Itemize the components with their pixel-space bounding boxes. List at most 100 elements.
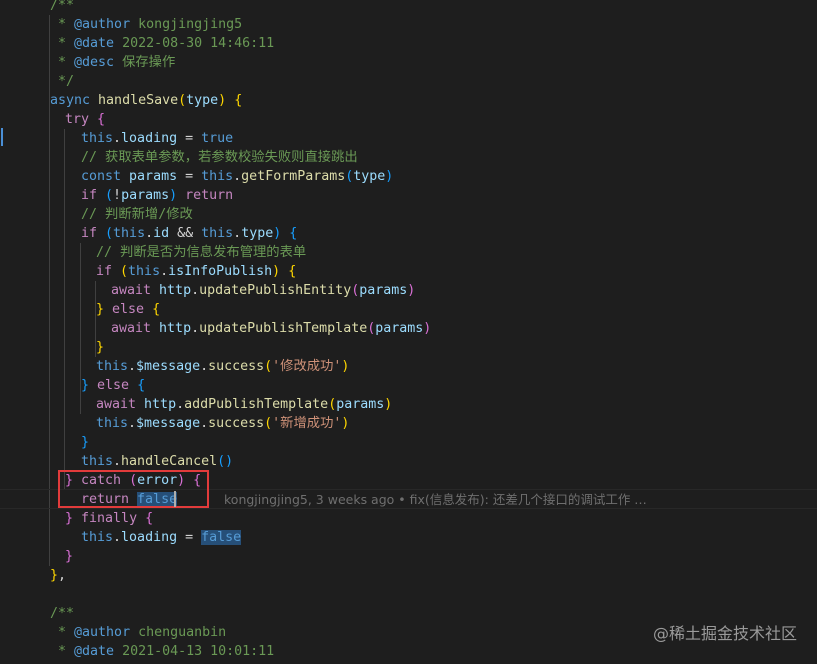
code-token: *	[50, 644, 75, 659]
code-token: .	[233, 226, 242, 241]
watermark: @稀土掘金技术社区	[652, 624, 797, 643]
code-token: (	[178, 93, 187, 108]
code-line[interactable]: /**	[50, 604, 74, 623]
code-token: // 判断新增/修改	[81, 207, 193, 222]
code-token: getFormParams	[241, 169, 346, 184]
code-token: .	[145, 226, 154, 241]
code-token: this	[96, 416, 129, 431]
code-line[interactable]: await http.updatePublishEntity(params)	[111, 281, 415, 300]
code-token: */	[50, 74, 75, 89]
code-line[interactable]: * @author kongjingjing5	[50, 15, 242, 34]
code-token: async	[50, 93, 99, 108]
code-token: this	[113, 226, 146, 241]
code-line[interactable]: if (!params) return	[81, 186, 233, 205]
code-token: else	[112, 302, 153, 317]
code-token: this	[201, 169, 234, 184]
code-token: http	[159, 283, 192, 298]
code-token: .	[113, 131, 122, 146]
code-token: *	[50, 17, 75, 32]
code-line[interactable]: // 判断是否为信息发布管理的表单	[96, 243, 306, 262]
code-token: {	[137, 378, 146, 393]
code-line[interactable]: this.$message.success('修改成功')	[96, 357, 349, 376]
code-line[interactable]: const params = this.getFormParams(type)	[81, 167, 393, 186]
code-token: =	[177, 530, 202, 545]
code-token: (	[120, 264, 129, 279]
code-token: {	[152, 302, 161, 317]
code-line[interactable]: */	[50, 72, 74, 91]
code-token: this	[81, 454, 114, 469]
code-line[interactable]: }	[65, 547, 73, 566]
code-token: &&	[169, 226, 202, 241]
code-token: .	[128, 359, 137, 374]
code-token: this	[201, 226, 234, 241]
code-line[interactable]: } else {	[81, 376, 145, 395]
code-line[interactable]: * @desc 保存操作	[50, 53, 175, 72]
code-token: id	[153, 226, 170, 241]
code-token: '新增成功'	[272, 416, 342, 431]
code-token: success	[208, 416, 265, 431]
code-token: {	[288, 264, 297, 279]
code-token: }	[65, 511, 74, 526]
code-token: params	[129, 169, 178, 184]
code-token: await	[111, 321, 160, 336]
code-token: params	[375, 321, 424, 336]
code-token: success	[208, 359, 265, 374]
code-token: )	[407, 283, 416, 298]
code-line[interactable]: await http.addPublishTemplate(params)	[96, 395, 392, 414]
code-token: this	[128, 264, 161, 279]
code-token: {	[289, 226, 298, 241]
code-token: )	[384, 397, 393, 412]
code-token: if	[96, 264, 121, 279]
code-line[interactable]: * @date 2021-04-13 10:01:11	[50, 642, 274, 661]
code-line[interactable]: this.loading = false	[81, 528, 242, 547]
code-line[interactable]: try {	[65, 110, 105, 129]
code-token: .	[200, 359, 209, 374]
code-token: )	[218, 93, 227, 108]
code-line[interactable]: }	[81, 433, 89, 452]
code-line[interactable]: } else {	[96, 300, 160, 319]
text-cursor	[174, 491, 176, 507]
code-line[interactable]: if (this.id && this.type) {	[81, 224, 297, 243]
code-token: 保存操作	[114, 55, 176, 70]
code-token: @desc	[74, 55, 115, 70]
code-token: =	[177, 169, 202, 184]
code-line[interactable]: * @date 2022-08-30 14:46:11	[50, 34, 274, 53]
code-token: {	[97, 112, 106, 127]
code-token: finally	[81, 511, 146, 526]
code-token: )	[169, 188, 186, 203]
code-line[interactable]: } finally {	[65, 509, 153, 528]
code-token: .	[191, 321, 200, 336]
code-token: .	[233, 169, 242, 184]
code-token: }	[96, 340, 105, 355]
code-line[interactable]: },	[50, 566, 66, 585]
git-blame-annotation[interactable]: kongjingjing5, 3 weeks ago • fix(信息发布): …	[224, 490, 647, 509]
code-line[interactable]: }	[96, 338, 104, 357]
code-token: }	[96, 302, 105, 317]
code-token: .	[191, 283, 200, 298]
code-token: // 获取表单参数，若参数校验失败则直接跳出	[81, 150, 358, 165]
code-token: isInfoPublish	[168, 264, 273, 279]
code-line[interactable]: /**	[50, 0, 74, 15]
code-token: params	[121, 188, 170, 203]
code-token: .	[160, 264, 169, 279]
code-token: false	[201, 530, 242, 545]
code-token: this	[81, 530, 114, 545]
code-line[interactable]: if (this.isInfoPublish) {	[96, 262, 296, 281]
code-token: params	[336, 397, 385, 412]
code-token: }	[50, 568, 59, 583]
code-token: params	[359, 283, 408, 298]
code-token: (	[264, 416, 273, 431]
code-token: // 判断是否为信息发布管理的表单	[96, 245, 307, 260]
code-line[interactable]: this.loading = true	[81, 129, 233, 148]
code-token: $message	[136, 416, 201, 431]
code-line[interactable]: async handleSave(type) {	[50, 91, 242, 110]
code-line[interactable]: // 判断新增/修改	[81, 205, 193, 224]
code-token: '修改成功'	[272, 359, 342, 374]
code-line[interactable]: this.$message.success('新增成功')	[96, 414, 349, 433]
code-line[interactable]: * @author chenguanbin	[50, 623, 226, 642]
code-line[interactable]: await http.updatePublishTemplate(params)	[111, 319, 431, 338]
code-line[interactable]: this.handleCancel()	[81, 452, 233, 471]
code-line[interactable]: // 获取表单参数，若参数校验失败则直接跳出	[81, 148, 358, 167]
